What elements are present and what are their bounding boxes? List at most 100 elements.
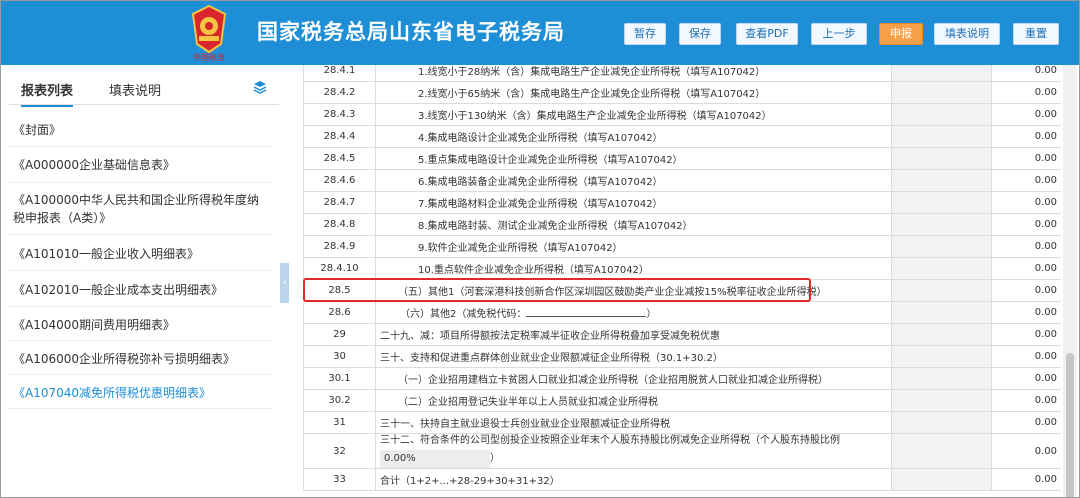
sidebar-item-a000000[interactable]: 《A000000企业基础信息表》: [9, 147, 271, 183]
row-item-name-suffix: ）: [490, 453, 500, 464]
sidebar-item-a100000[interactable]: 《A100000中华人民共和国企业所得税年度纳税申报表（A类）》: [9, 183, 271, 235]
sidebar-item-a101010[interactable]: 《A101010一般企业收入明细表》: [9, 235, 271, 271]
scrollbar-thumb[interactable]: [1066, 353, 1074, 497]
row-amount[interactable]: 0.00: [991, 147, 1061, 170]
row-blank-cell: [891, 323, 992, 346]
row-amount[interactable]: 0.00: [991, 345, 1061, 368]
row-item-name-text: 三十二、符合条件的公司型创投企业按照企业年末个人股东持股比例减免企业所得税（个人…: [380, 435, 840, 446]
shareholding-ratio-input[interactable]: 0.00%: [380, 450, 490, 468]
row-amount[interactable]: 0.00: [991, 323, 1061, 346]
row-number: 29: [303, 323, 376, 346]
table-row: 28.4.8 8.集成电路封装、测试企业减免企业所得税（填写A107042） 0.0…: [303, 213, 1061, 236]
row-number: 28.5: [303, 279, 376, 302]
row-amount[interactable]: 0.00: [991, 367, 1061, 390]
row-item-name: 8.集成电路封装、测试企业减免企业所得税（填写A107042）: [375, 213, 892, 236]
suspend-button[interactable]: 暂存: [624, 23, 666, 45]
table-row: 28.5 （五）其他1（河套深港科技创新合作区深圳园区鼓励类产业企业减按15%税率…: [303, 279, 1061, 302]
row-item-name: 三十一、扶持自主就业退役士兵创业就业企业限额减征企业所得税: [375, 411, 892, 434]
row-number: 28.4.5: [303, 147, 376, 170]
row-number: 30: [303, 345, 376, 368]
row-item-name-suffix: ）: [646, 309, 657, 320]
row-amount[interactable]: 0.00: [991, 81, 1061, 104]
tax-emblem-icon: 中国税务: [191, 4, 227, 62]
sidebar-item-a102010[interactable]: 《A102010一般企业成本支出明细表》: [9, 271, 271, 307]
row-amount[interactable]: 0.00: [991, 411, 1061, 434]
row-item-name-prefix: （六）其他2（减免税代码：: [400, 309, 527, 320]
sidebar-item-a104000[interactable]: 《A104000期间费用明细表》: [9, 307, 271, 341]
row-amount[interactable]: 0.00: [991, 279, 1061, 302]
row-blank-cell: [891, 279, 992, 302]
row-number: 28.4.2: [303, 81, 376, 104]
row-blank-cell: [891, 169, 992, 192]
row-item-name: 合计（1+2+...+28-29+30+31+32）: [375, 468, 892, 491]
tax-relief-detail-table: 28.4.1 1.线宽小于28纳米（含）集成电路生产企业减免企业所得税（填写A10…: [303, 65, 1061, 491]
row-blank-cell: [891, 468, 992, 491]
table-row: 28.4.4 4.集成电路设计企业减免企业所得税（填写A107042） 0.00: [303, 125, 1061, 148]
row-item-name: （六）其他2（减免税代码： ）: [375, 301, 892, 324]
row-item-name: （一）企业招用建档立卡贫困人口就业扣减企业所得税（企业招用脱贫人口就业扣减企业所…: [375, 367, 892, 390]
table-row: 28.4.3 3.线宽小于130纳米（含）集成电路生产企业减免企业所得税（填写A1…: [303, 103, 1061, 126]
row-amount[interactable]: 0.00: [991, 191, 1061, 214]
previous-step-button[interactable]: 上一步: [811, 23, 867, 45]
row-item-name: 6.集成电路装备企业减免企业所得税（填写A107042）: [375, 169, 892, 192]
row-blank-cell: [891, 389, 992, 412]
row-amount[interactable]: 0.00: [991, 103, 1061, 126]
row-item-name: （五）其他1（河套深港科技创新合作区深圳园区鼓励类产业企业减按15%税率征收企业…: [375, 279, 892, 302]
row-number: 32: [303, 433, 376, 469]
row-amount[interactable]: 0.00: [991, 257, 1061, 280]
row-number: 30.1: [303, 367, 376, 390]
tab-fill-instructions[interactable]: 填表说明: [109, 80, 161, 99]
row-item-name: 10.重点软件企业减免企业所得税（填写A107042）: [375, 257, 892, 280]
table-row: 28.4.5 5.重点集成电路设计企业减免企业所得税（填写A107042） 0.00: [303, 147, 1061, 170]
row-item-name: 4.集成电路设计企业减免企业所得税（填写A107042）: [375, 125, 892, 148]
relief-code-input[interactable]: [526, 307, 647, 317]
row-amount[interactable]: 0.00: [991, 433, 1061, 469]
save-button[interactable]: 保存: [679, 23, 721, 45]
row-number: 31: [303, 411, 376, 434]
table-row: 28.4.9 9.软件企业减免企业所得税（填写A107042） 0.00: [303, 235, 1061, 258]
tab-report-list[interactable]: 报表列表: [21, 80, 74, 107]
table-row: 29 二十九、减：项目所得额按法定税率减半征收企业所得税叠加享受减免税优惠 0.00: [303, 323, 1061, 346]
row-amount[interactable]: 0.00: [991, 213, 1061, 236]
table-row: 28.4.7 7.集成电路材料企业减免企业所得税（填写A107042） 0.00: [303, 191, 1061, 214]
row-item-name: 3.线宽小于130纳米（含）集成电路生产企业减免企业所得税（填写A107042）: [375, 103, 892, 126]
row-blank-cell: [891, 433, 992, 469]
row-amount[interactable]: 0.00: [991, 235, 1061, 258]
declare-button[interactable]: 申报: [879, 23, 923, 45]
row-blank-cell: [891, 103, 992, 126]
row-amount[interactable]: 0.00: [991, 468, 1061, 491]
row-blank-cell: [891, 345, 992, 368]
form-table-container: 28.4.1 1.线宽小于28纳米（含）集成电路生产企业减免企业所得税（填写A10…: [303, 65, 1061, 497]
row-blank-cell: [891, 147, 992, 170]
sidebar-item-a107040[interactable]: 《A107040减免所得税优惠明细表》: [9, 375, 271, 409]
row-item-name: 5.重点集成电路设计企业减免企业所得税（填写A107042）: [375, 147, 892, 170]
row-amount[interactable]: 0.00: [991, 169, 1061, 192]
row-number: 28.4.6: [303, 169, 376, 192]
vertical-scrollbar[interactable]: [1063, 65, 1077, 497]
report-list-panel: 报表列表 填表说明 《封面》 《A000000企业基础信息表》 《A100000…: [9, 65, 279, 497]
table-row: 32 三十二、符合条件的公司型创投企业按照企业年末个人股东持股比例减免企业所得税（…: [303, 433, 1061, 469]
collapse-panel-handle[interactable]: ‹: [280, 263, 289, 303]
reset-button[interactable]: 重置: [1013, 23, 1059, 45]
table-row: 28.4.1 1.线宽小于28纳米（含）集成电路生产企业减免企业所得税（填写A10…: [303, 65, 1061, 82]
row-amount[interactable]: 0.00: [991, 65, 1061, 82]
sidebar-tabs: 报表列表 填表说明: [9, 75, 279, 107]
row-amount[interactable]: 0.00: [991, 301, 1061, 324]
row-item-name: 三十二、符合条件的公司型创投企业按照企业年末个人股东持股比例减免企业所得税（个人…: [375, 433, 892, 469]
row-number: 28.4.1: [303, 65, 376, 82]
row-blank-cell: [891, 125, 992, 148]
row-number: 28.4.4: [303, 125, 376, 148]
layers-icon[interactable]: [253, 80, 267, 94]
row-amount[interactable]: 0.00: [991, 125, 1061, 148]
fill-instructions-button[interactable]: 填表说明: [934, 23, 1000, 45]
table-row: 31 三十一、扶持自主就业退役士兵创业就业企业限额减征企业所得税 0.00: [303, 411, 1061, 434]
row-blank-cell: [891, 301, 992, 324]
row-blank-cell: [891, 235, 992, 258]
row-amount[interactable]: 0.00: [991, 389, 1061, 412]
row-item-name: （二）企业招用登记失业半年以上人员就业扣减企业所得税: [375, 389, 892, 412]
sidebar-item-a106000[interactable]: 《A106000企业所得税弥补亏损明细表》: [9, 341, 271, 375]
row-blank-cell: [891, 191, 992, 214]
row-blank-cell: [891, 257, 992, 280]
sidebar-item-cover[interactable]: 《封面》: [9, 113, 271, 147]
view-pdf-button[interactable]: 查看PDF: [736, 23, 798, 45]
